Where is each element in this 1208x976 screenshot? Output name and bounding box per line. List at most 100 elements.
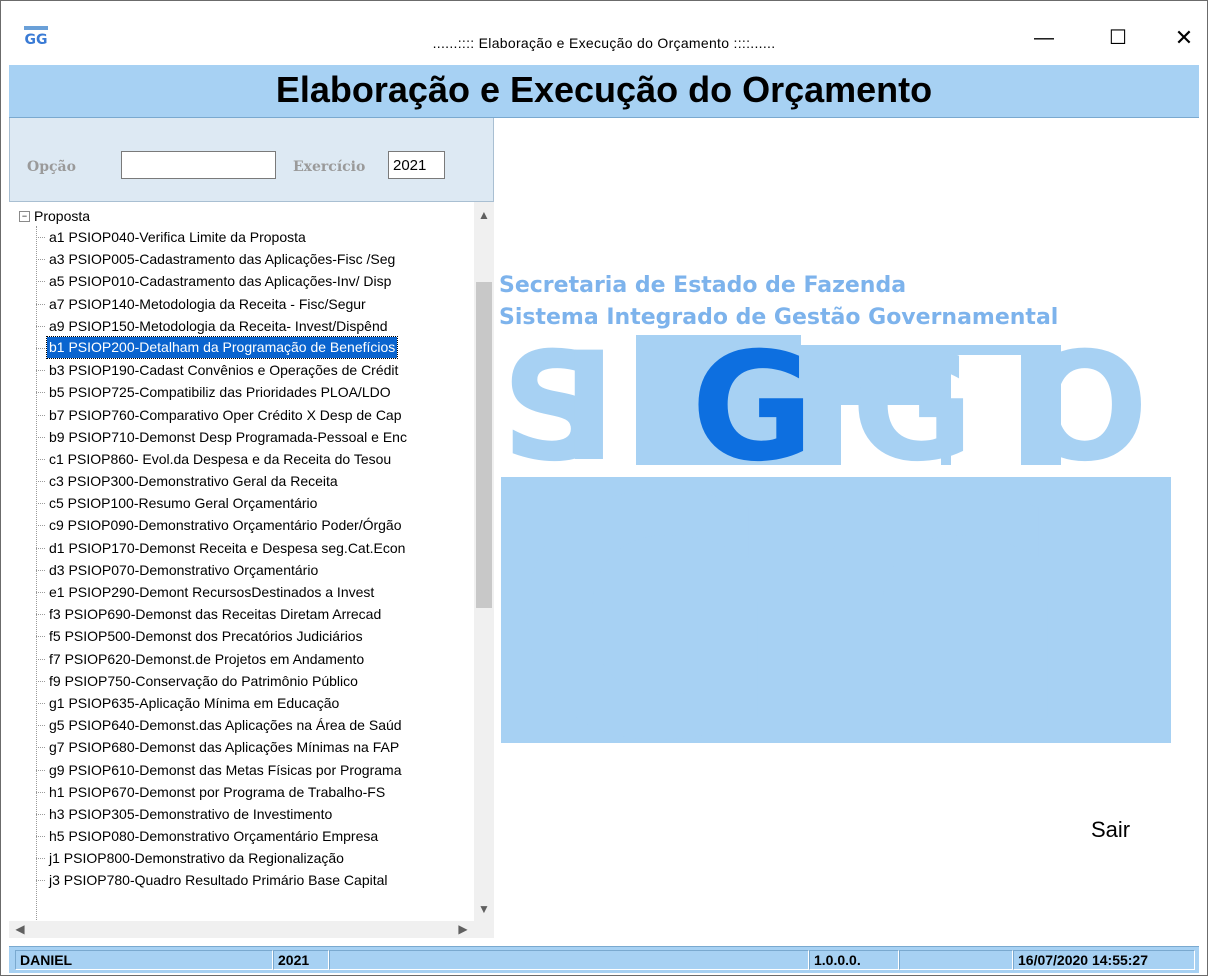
- status-year: 2021: [273, 950, 329, 970]
- tree-item[interactable]: b5 PSIOP725-Compatibiliz das Prioridades…: [9, 381, 474, 403]
- logo-line-secretaria: Secretaria de Estado de Fazenda: [499, 273, 907, 298]
- tree-item-label: b7 PSIOP760-Comparativo Oper Crédito X D…: [49, 406, 402, 423]
- tree-item[interactable]: g9 PSIOP610-Demonst das Metas Físicas po…: [9, 759, 474, 781]
- tree-branch-line: [36, 791, 45, 793]
- tree-item-label: a7 PSIOP140-Metodologia da Receita - Fis…: [49, 295, 366, 312]
- tree-item-label: h1 PSIOP670-Demonst por Programa de Trab…: [49, 783, 386, 800]
- scroll-left-icon[interactable]: ◀: [11, 921, 29, 938]
- collapse-icon[interactable]: −: [19, 210, 30, 222]
- tree-item[interactable]: g7 PSIOP680-Demonst das Aplicações Mínim…: [9, 736, 474, 758]
- horizontal-scrollbar[interactable]: ◀ ▶: [9, 921, 474, 938]
- svg-text:G: G: [801, 429, 1072, 743]
- tree-item[interactable]: d1 PSIOP170-Demonst Receita e Despesa se…: [9, 537, 474, 559]
- tree-items: a1 PSIOP040-Verifica Limite da Proposta a…: [9, 226, 474, 892]
- vertical-scrollbar[interactable]: ▲ ▼: [474, 202, 494, 921]
- tree-item[interactable]: a9 PSIOP150-Metodologia da Receita- Inve…: [9, 315, 474, 337]
- tree-item[interactable]: f9 PSIOP750-Conservação do Patrimônio Pú…: [9, 670, 474, 692]
- tree-item-label: g7 PSIOP680-Demonst das Aplicações Mínim…: [49, 739, 400, 756]
- tree-item[interactable]: h1 PSIOP670-Demonst por Programa de Trab…: [9, 781, 474, 803]
- exercicio-input[interactable]: [388, 151, 445, 179]
- tree-branch-line: [36, 414, 45, 416]
- tree-item[interactable]: j1 PSIOP800-Demonstrativo da Regionaliza…: [9, 847, 474, 869]
- scrollbar-corner: [474, 921, 494, 938]
- opcao-label: Opção: [27, 159, 76, 175]
- tree-item-label: a5 PSIOP010-Cadastramento das Aplicações…: [49, 273, 392, 290]
- tree-item[interactable]: j3 PSIOP780-Quadro Resultado Primário Ba…: [9, 869, 474, 891]
- tree-item[interactable]: d3 PSIOP070-Demonstrativo Orçamentário: [9, 559, 474, 581]
- scroll-up-icon[interactable]: ▲: [474, 206, 494, 224]
- tree-item[interactable]: g1 PSIOP635-Aplicação Mínima em Educação: [9, 692, 474, 714]
- sair-button[interactable]: Sair: [1091, 817, 1130, 843]
- tree-item[interactable]: g5 PSIOP640-Demonst.das Aplicações na Ár…: [9, 714, 474, 736]
- status-spacer: [899, 950, 1013, 970]
- tree-item-label: g9 PSIOP610-Demonst das Metas Físicas po…: [49, 761, 402, 778]
- scroll-down-icon[interactable]: ▼: [474, 900, 494, 918]
- status-empty: [329, 950, 809, 970]
- tree-branch-line: [36, 702, 45, 704]
- tree-branch-line: [36, 836, 45, 838]
- tree-item[interactable]: b1 PSIOP200-Detalham da Programação de B…: [9, 335, 474, 359]
- tree-branch-line: [36, 658, 45, 660]
- tree-branch-line: [36, 370, 45, 372]
- siggo-logo: Secretaria de Estado de Fazenda Sistema …: [499, 267, 1179, 747]
- tree-branch-line: [36, 614, 45, 616]
- logo-line-sistema: Sistema Integrado de Gestão Governamenta…: [499, 305, 1059, 330]
- tree-item[interactable]: f5 PSIOP500-Demonst dos Precatórios Judi…: [9, 625, 474, 647]
- page-title: Elaboração e Execução do Orçamento: [275, 69, 933, 110]
- tree-branch-line: [36, 547, 45, 549]
- siggo-logo-graphic: S I G G O G G: [501, 335, 1171, 743]
- tree-branch-line: [36, 303, 45, 305]
- tree-item[interactable]: a7 PSIOP140-Metodologia da Receita - Fis…: [9, 293, 474, 315]
- tree-item-label: d1 PSIOP170-Demonst Receita e Despesa se…: [49, 539, 406, 556]
- status-version: 1.0.0.0.: [809, 950, 899, 970]
- exercicio-label: Exercício: [293, 159, 366, 175]
- tree-item-label: b3 PSIOP190-Cadast Convênios e Operações…: [49, 362, 399, 379]
- close-button[interactable]: ✕: [1161, 23, 1207, 53]
- tree-item-label: h5 PSIOP080-Demonstrativo Orçamentário E…: [49, 828, 379, 845]
- tree-item-label: b5 PSIOP725-Compatibiliz das Prioridades…: [49, 384, 391, 401]
- tree-item[interactable]: h5 PSIOP080-Demonstrativo Orçamentário E…: [9, 825, 474, 847]
- tree-item[interactable]: f3 PSIOP690-Demonst das Receitas Diretam…: [9, 603, 474, 625]
- tree-item-label: c5 PSIOP100-Resumo Geral Orçamentário: [49, 495, 318, 512]
- tree-item-label: a3 PSIOP005-Cadastramento das Aplicações…: [49, 251, 396, 268]
- tree-branch-line: [36, 237, 45, 238]
- tree-item[interactable]: b7 PSIOP760-Comparativo Oper Crédito X D…: [9, 404, 474, 426]
- status-bar: DANIEL 2021 1.0.0.0. 16/07/2020 14:55:27: [9, 946, 1199, 973]
- tree-item-label: e1 PSIOP290-Demont RecursosDestinados a …: [49, 584, 375, 600]
- tree-item-label: f9 PSIOP750-Conservação do Patrimônio Pú…: [49, 672, 358, 689]
- tree-item[interactable]: a3 PSIOP005-Cadastramento das Aplicações…: [9, 248, 474, 270]
- tree-item-label: b1 PSIOP200-Detalham da Programação de B…: [45, 335, 399, 359]
- tree-item[interactable]: b9 PSIOP710-Demonst Desp Programada-Pess…: [9, 426, 474, 448]
- tree-item[interactable]: c1 PSIOP860- Evol.da Despesa e da Receit…: [9, 448, 474, 470]
- maximize-button[interactable]: ☐: [1095, 23, 1141, 53]
- minimize-button[interactable]: —: [1021, 23, 1067, 53]
- tree-root-proposta[interactable]: − Proposta: [19, 206, 90, 226]
- title-bar[interactable]: GG ......:::: Elaboração e Execução do O…: [1, 1, 1207, 65]
- tree-branch-line: [36, 569, 45, 571]
- tree-item-label: f5 PSIOP500-Demonst dos Precatórios Judi…: [49, 628, 363, 645]
- tree-item-label: f3 PSIOP690-Demonst das Receitas Diretam…: [49, 606, 382, 623]
- tree-item[interactable]: e1 PSIOP290-Demont RecursosDestinados a …: [9, 581, 474, 603]
- vertical-scroll-thumb[interactable]: [476, 282, 492, 608]
- main-window: GG ......:::: Elaboração e Execução do O…: [0, 0, 1208, 976]
- tree-item-label: b9 PSIOP710-Demonst Desp Programada-Pess…: [49, 428, 407, 445]
- tree-item[interactable]: c9 PSIOP090-Demonstrativo Orçamentário P…: [9, 514, 474, 536]
- tree-item-label: c9 PSIOP090-Demonstrativo Orçamentário P…: [49, 517, 402, 534]
- tree-item-label: g5 PSIOP640-Demonst.das Aplicações na Ár…: [49, 717, 402, 734]
- scroll-right-icon[interactable]: ▶: [454, 921, 472, 938]
- tree-item[interactable]: a1 PSIOP040-Verifica Limite da Proposta: [9, 226, 474, 248]
- tree-item[interactable]: b3 PSIOP190-Cadast Convênios e Operações…: [9, 359, 474, 381]
- opcao-input[interactable]: [121, 151, 276, 179]
- tree-item[interactable]: f7 PSIOP620-Demonst.de Projetos em Andam…: [9, 648, 474, 670]
- tree-branch-line: [36, 458, 45, 460]
- tree-branch-line: [36, 436, 45, 438]
- tree-item-label: f7 PSIOP620-Demonst.de Projetos em Andam…: [49, 650, 365, 667]
- tree-item[interactable]: h3 PSIOP305-Demonstrativo de Investiment…: [9, 803, 474, 825]
- tree-item[interactable]: a5 PSIOP010-Cadastramento das Aplicações…: [9, 270, 474, 292]
- tree-item-label: g1 PSIOP635-Aplicação Mínima em Educação: [49, 694, 340, 711]
- tree-item[interactable]: c3 PSIOP300-Demonstrativo Geral da Recei…: [9, 470, 474, 492]
- tree-branch-line: [36, 392, 45, 394]
- report-tree[interactable]: − Proposta a1 PSIOP040-Verifica Limite d…: [9, 202, 494, 938]
- tree-branch-line: [36, 680, 45, 682]
- tree-item[interactable]: c5 PSIOP100-Resumo Geral Orçamentário: [9, 492, 474, 514]
